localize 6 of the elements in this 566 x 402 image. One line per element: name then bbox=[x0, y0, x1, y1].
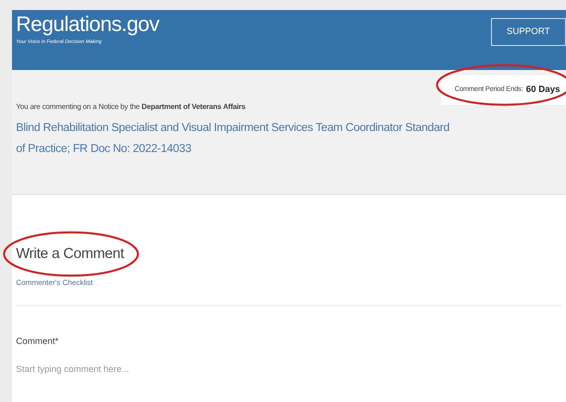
document-title-link[interactable]: Blind Rehabilitation Specialist and Visual Impairment Services Team Coordinator Standard of Practice; FR Doc No: 2022-14033 bbox=[16, 118, 456, 160]
comment-label: Comment* bbox=[16, 335, 60, 348]
support-button[interactable]: SUPPORT bbox=[490, 18, 566, 46]
write-comment-heading: Write a Comment bbox=[16, 245, 124, 264]
site-logo[interactable]: Regulations.gov bbox=[16, 12, 160, 38]
comment-period-value: 60 Days bbox=[526, 83, 560, 96]
